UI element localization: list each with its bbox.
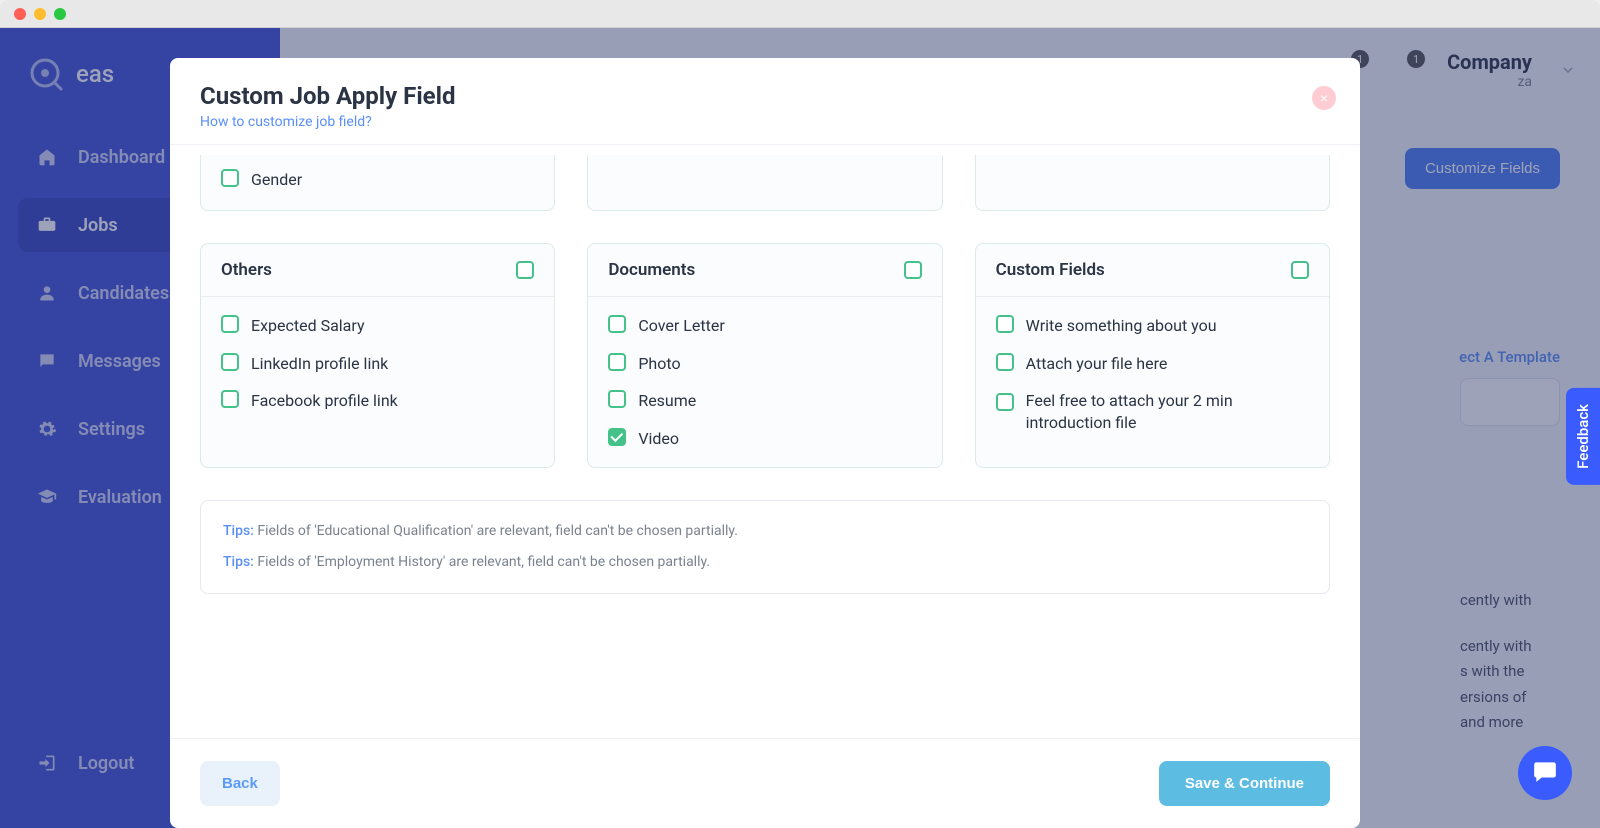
checkbox[interactable] bbox=[996, 353, 1014, 371]
checkbox[interactable] bbox=[221, 353, 239, 371]
save-continue-button[interactable]: Save & Continue bbox=[1159, 761, 1330, 806]
tip-text: Fields of 'Employment History' are relev… bbox=[254, 554, 710, 570]
field-option-gender[interactable]: Gender bbox=[221, 169, 534, 191]
field-option-cover-letter[interactable]: Cover Letter bbox=[608, 315, 921, 337]
checkbox[interactable] bbox=[221, 169, 239, 187]
field-label: Facebook profile link bbox=[251, 390, 398, 412]
checkbox-select-all-documents[interactable] bbox=[904, 261, 922, 279]
checkbox[interactable] bbox=[221, 390, 239, 408]
field-option-resume[interactable]: Resume bbox=[608, 390, 921, 412]
tip-line: Tips: Fields of 'Educational Qualificati… bbox=[223, 521, 1307, 542]
checkbox[interactable] bbox=[608, 390, 626, 408]
modal-header: Custom Job Apply Field How to customize … bbox=[170, 58, 1360, 144]
field-label: Attach your file here bbox=[1026, 353, 1168, 375]
chat-launcher[interactable] bbox=[1518, 746, 1572, 800]
field-option-expected-salary[interactable]: Expected Salary bbox=[221, 315, 534, 337]
card-partial-empty-2 bbox=[975, 155, 1330, 211]
field-label: Resume bbox=[638, 390, 696, 412]
window-close-dot[interactable] bbox=[14, 8, 26, 20]
field-option-about-you[interactable]: Write something about you bbox=[996, 315, 1309, 337]
modal-footer: Back Save & Continue bbox=[170, 738, 1360, 828]
field-option-intro-file[interactable]: Feel free to attach your 2 min introduct… bbox=[996, 390, 1309, 433]
checkbox[interactable] bbox=[608, 353, 626, 371]
field-label: Write something about you bbox=[1026, 315, 1217, 337]
checkbox-select-all-others[interactable] bbox=[516, 261, 534, 279]
card-others: Others Expected Salary LinkedIn profile … bbox=[200, 243, 555, 468]
checkbox[interactable] bbox=[996, 315, 1014, 333]
tip-text: Fields of 'Educational Qualification' ar… bbox=[254, 523, 738, 539]
card-custom-fields: Custom Fields Write something about you … bbox=[975, 243, 1330, 468]
field-label: Gender bbox=[251, 169, 302, 191]
modal-title: Custom Job Apply Field bbox=[200, 82, 1330, 110]
custom-job-apply-modal: Custom Job Apply Field How to customize … bbox=[170, 58, 1360, 828]
tip-label: Tips: bbox=[223, 554, 254, 570]
feedback-tab[interactable]: Feedback bbox=[1566, 388, 1600, 485]
chat-icon bbox=[1532, 758, 1558, 788]
field-label: Photo bbox=[638, 353, 680, 375]
field-label: LinkedIn profile link bbox=[251, 353, 388, 375]
card-documents: Documents Cover Letter Photo bbox=[587, 243, 942, 468]
checkbox[interactable] bbox=[221, 315, 239, 333]
checkbox[interactable] bbox=[608, 315, 626, 333]
card-partial-basic: Gender bbox=[200, 155, 555, 211]
close-icon: × bbox=[1320, 90, 1328, 106]
help-link[interactable]: How to customize job field? bbox=[200, 114, 372, 130]
window-maximize-dot[interactable] bbox=[54, 8, 66, 20]
field-option-facebook[interactable]: Facebook profile link bbox=[221, 390, 534, 412]
checkbox-select-all-custom[interactable] bbox=[1291, 261, 1309, 279]
card-title: Others bbox=[221, 260, 272, 280]
tips-box: Tips: Fields of 'Educational Qualificati… bbox=[200, 500, 1330, 594]
tip-label: Tips: bbox=[223, 523, 254, 539]
field-label: Video bbox=[638, 428, 679, 450]
window-titlebar bbox=[0, 0, 1600, 28]
field-option-attach-file[interactable]: Attach your file here bbox=[996, 353, 1309, 375]
back-button[interactable]: Back bbox=[200, 761, 280, 806]
field-label: Cover Letter bbox=[638, 315, 724, 337]
checkbox[interactable] bbox=[608, 428, 626, 446]
tip-line: Tips: Fields of 'Employment History' are… bbox=[223, 552, 1307, 573]
checkbox[interactable] bbox=[996, 393, 1014, 411]
field-label: Expected Salary bbox=[251, 315, 365, 337]
card-title: Documents bbox=[608, 260, 695, 280]
close-button[interactable]: × bbox=[1312, 86, 1336, 110]
card-partial-empty-1 bbox=[587, 155, 942, 211]
field-option-linkedin[interactable]: LinkedIn profile link bbox=[221, 353, 534, 375]
modal-body: Gender Others Expected bbox=[170, 144, 1360, 738]
card-title: Custom Fields bbox=[996, 260, 1105, 280]
field-option-video[interactable]: Video bbox=[608, 428, 921, 450]
window-minimize-dot[interactable] bbox=[34, 8, 46, 20]
field-option-photo[interactable]: Photo bbox=[608, 353, 921, 375]
field-label: Feel free to attach your 2 min introduct… bbox=[1026, 390, 1309, 433]
